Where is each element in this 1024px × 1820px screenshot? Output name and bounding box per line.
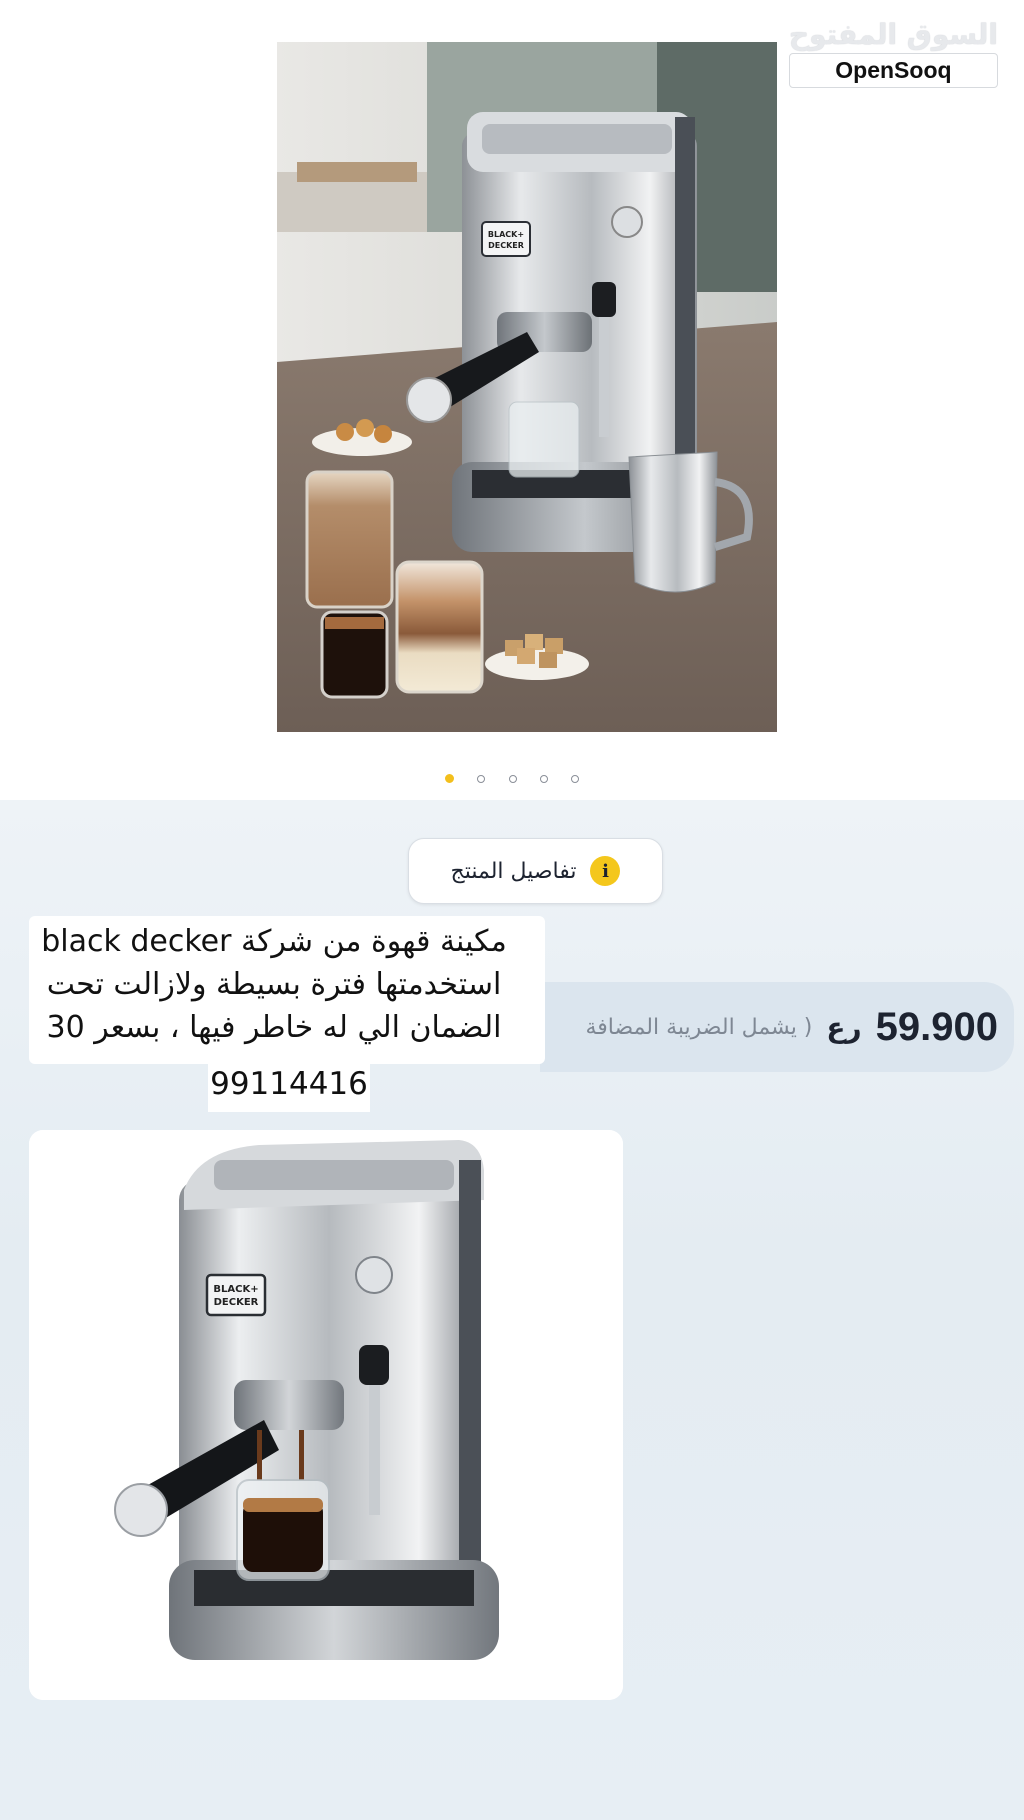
price-currency: رع (826, 1010, 862, 1044)
product-details-label: تفاصيل المنتج (450, 858, 577, 884)
opensooq-watermark: السوق المفتوح OpenSooq (788, 18, 999, 88)
pagination-dot[interactable] (508, 774, 517, 783)
watermark-english: OpenSooq (788, 53, 998, 88)
info-icon: i (590, 856, 621, 886)
pagination-dot[interactable] (477, 774, 486, 783)
watermark-arabic: السوق المفتوح (788, 18, 999, 51)
caption-phone-number: 99114416 (210, 1066, 368, 1102)
svg-text:BLACK+: BLACK+ (213, 1284, 258, 1295)
caption-line-1: مكينة قهوة من شركة black decker (41, 924, 507, 959)
price-value: 59.900 (875, 1004, 998, 1049)
caption-line-3: الضمان الي له خاطر فيها ، بسعر 30 (46, 1010, 502, 1045)
price-bar: ( يشمل الضريبة المضافة رع 59.900 (540, 982, 1014, 1072)
product-details-button[interactable]: i تفاصيل المنتج (408, 838, 663, 904)
svg-text:BLACK+: BLACK+ (488, 230, 524, 239)
pagination-dot-active[interactable] (445, 774, 455, 783)
caption-line-2: استخدمتها فترة بسيطة ولازالت تحت (46, 967, 502, 1002)
gallery-pagination (0, 768, 1024, 787)
product-photo-main[interactable]: BLACK+ DECKER (277, 42, 777, 732)
svg-text:DECKER: DECKER (214, 1297, 259, 1308)
pagination-dot[interactable] (570, 774, 579, 783)
svg-text:DECKER: DECKER (488, 241, 524, 250)
pagination-dot[interactable] (539, 774, 548, 783)
seller-caption: مكينة قهوة من شركة black decker استخدمته… (0, 920, 548, 1049)
product-photo-card[interactable]: BLACK+ DECKER (29, 1130, 623, 1700)
vat-note: ( يشمل الضريبة المضافة (585, 1014, 813, 1040)
